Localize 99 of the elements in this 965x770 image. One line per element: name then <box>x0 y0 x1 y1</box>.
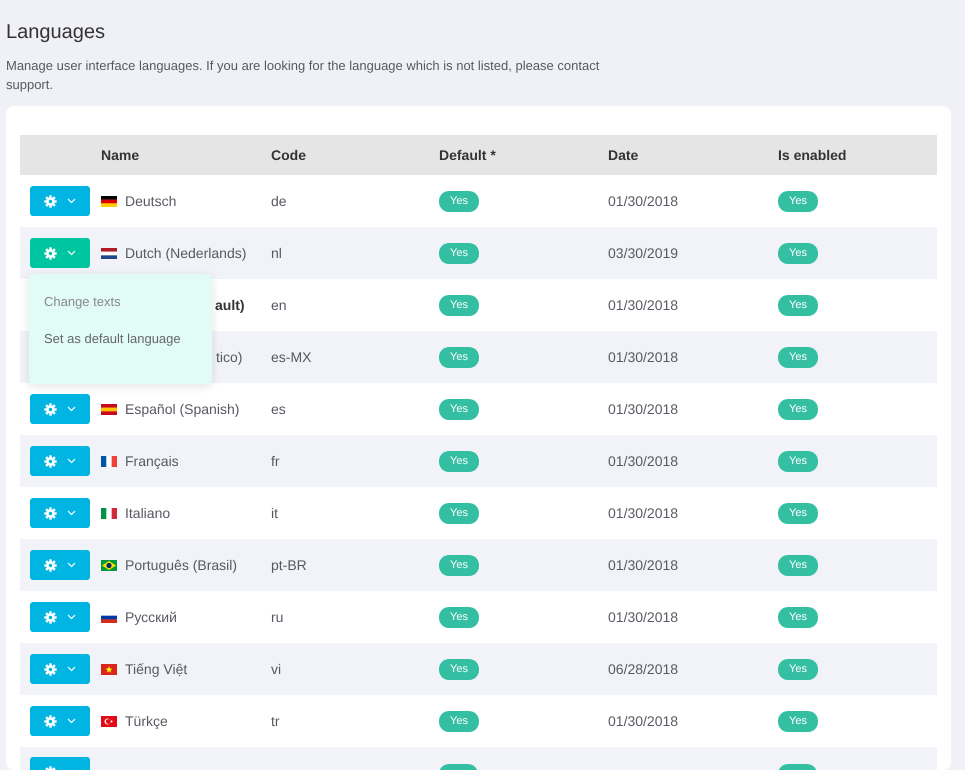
flag-icon <box>101 196 117 206</box>
flag-icon <box>101 716 117 726</box>
caret-icon <box>67 458 76 464</box>
caret-icon <box>67 614 76 620</box>
caret-icon <box>67 406 76 412</box>
date-text: 01/30/2018 <box>608 712 678 728</box>
enabled-badge: Yes <box>778 502 818 524</box>
column-header: Date <box>607 135 777 175</box>
language-name: Tiếng Việt <box>125 660 188 676</box>
flag-icon <box>101 404 117 414</box>
settings-dropdown-button[interactable] <box>30 238 90 268</box>
date-text: 01/30/2018 <box>608 608 678 624</box>
flag-icon <box>101 560 117 570</box>
date-text: 01/30/2018 <box>608 296 678 312</box>
default-badge: Yes <box>439 450 479 472</box>
default-badge: Yes <box>439 242 479 264</box>
language-code: de <box>271 192 287 208</box>
default-badge: Yes <box>439 398 479 420</box>
date-text: 06/28/2018 <box>608 660 678 676</box>
settings-icon <box>44 714 57 728</box>
default-badge: Yes <box>439 190 479 212</box>
enabled-badge: Yes <box>778 450 818 472</box>
language-name: Italiano <box>125 504 170 520</box>
date-text: 01/30/2018 <box>608 556 678 572</box>
settings-icon <box>44 246 57 260</box>
settings-icon <box>44 662 57 676</box>
page-description: Manage user interface languages. If you are looking for the language which is not listed, please contact support. <box>6 57 600 94</box>
settings-dropdown-button[interactable] <box>30 550 90 580</box>
page-title: Languages <box>6 20 106 44</box>
enabled-badge: Yes <box>778 710 818 732</box>
settings-dropdown-button[interactable] <box>30 186 90 216</box>
menu-item[interactable]: Set as default language <box>29 322 212 359</box>
language-name: Español (Spanish) <box>125 400 240 416</box>
default-badge: Yes <box>439 346 479 368</box>
default-badge: Yes <box>439 294 479 316</box>
language-code: fr <box>271 452 280 468</box>
settings-dropdown-button[interactable] <box>30 498 90 528</box>
settings-dropdown-button[interactable] <box>30 394 90 424</box>
settings-dropdown-button[interactable] <box>30 602 90 632</box>
enabled-badge: Yes <box>778 554 818 576</box>
menu-item[interactable]: Change texts <box>29 286 212 322</box>
settings-icon <box>44 194 57 208</box>
enabled-badge: Yes <box>778 190 818 212</box>
date-text: 01/30/2018 <box>608 348 678 364</box>
settings-icon <box>44 454 57 468</box>
date-text: 01/30/2018 <box>608 400 678 416</box>
flag-icon <box>101 248 117 258</box>
language-name: Português (Brasil) <box>125 556 238 572</box>
language-code: en <box>271 296 287 312</box>
settings-icon <box>44 402 57 416</box>
default-badge: Yes <box>439 554 479 576</box>
caret-icon <box>67 562 76 568</box>
enabled-badge: Yes <box>778 658 818 680</box>
caret-icon <box>67 198 76 204</box>
settings-dropdown-button[interactable] <box>30 654 90 684</box>
language-code: es <box>271 400 286 416</box>
date-text: 01/30/2018 <box>608 452 678 468</box>
default-badge: Yes <box>439 502 479 524</box>
default-badge: Yes <box>439 710 479 732</box>
language-name: Türkçe <box>125 712 168 728</box>
language-name: ault) <box>215 296 245 312</box>
language-code: tr <box>271 712 280 728</box>
language-name: Dutch (Nederlands) <box>125 244 246 260</box>
settings-dropdown-button[interactable] <box>30 706 90 736</box>
settings-icon <box>44 610 57 624</box>
date-text: 01/30/2018 <box>608 192 678 208</box>
column-header: Code <box>270 135 438 175</box>
flag-icon <box>101 664 117 674</box>
language-name: Français <box>125 452 179 468</box>
language-code: es-MX <box>271 348 312 364</box>
language-name: Deutsch <box>125 192 176 208</box>
column-header: Default * <box>438 135 607 175</box>
caret-icon <box>67 666 76 672</box>
column-header: Is enabled <box>777 135 937 175</box>
enabled-badge: Yes <box>778 294 818 316</box>
caret-icon <box>67 510 76 516</box>
language-code: vi <box>271 660 282 676</box>
enabled-badge: Yes <box>778 606 818 628</box>
language-code: it <box>271 504 278 520</box>
settings-icon <box>44 558 57 572</box>
default-badge: Yes <box>439 606 479 628</box>
date-text: 01/30/2018 <box>608 504 678 520</box>
column-header: Name <box>100 135 270 175</box>
language-code: nl <box>271 244 282 260</box>
enabled-badge: Yes <box>778 242 818 264</box>
language-name: tico) <box>216 348 242 364</box>
enabled-badge: Yes <box>778 398 818 420</box>
default-badge: Yes <box>439 658 479 680</box>
caret-icon <box>67 250 76 256</box>
settings-dropdown-button[interactable] <box>30 446 90 476</box>
settings-icon <box>44 506 57 520</box>
language-code: pt-BR <box>271 556 307 572</box>
flag-icon <box>101 456 117 466</box>
date-text: 03/30/2019 <box>608 244 678 260</box>
flag-icon <box>101 508 117 518</box>
language-code: ru <box>271 608 284 624</box>
caret-icon <box>67 718 76 724</box>
language-name: Русский <box>125 608 177 624</box>
enabled-badge: Yes <box>778 346 818 368</box>
